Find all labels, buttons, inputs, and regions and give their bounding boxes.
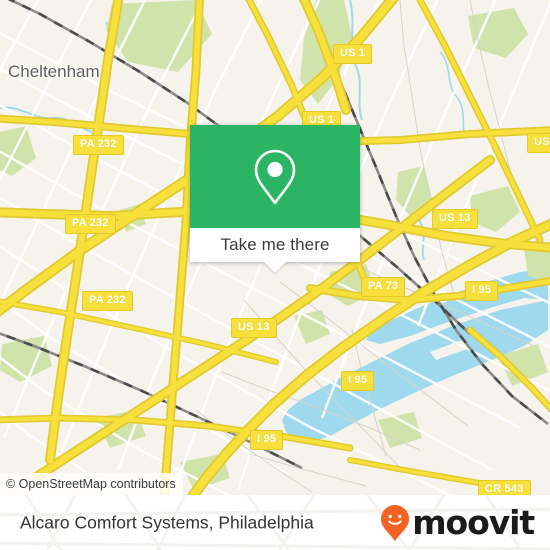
popup-cta-bar[interactable]: Take me there [190,228,360,262]
map-pin-icon [254,149,296,204]
moovit-place-map-screenshot: Cheltenham US 1 US 1 US PA 232 PA 232 US… [0,0,550,550]
road-shield[interactable]: I 95 [465,281,499,301]
popup-tail-pointer [264,262,286,273]
map-viewport[interactable]: Cheltenham US 1 US 1 US PA 232 PA 232 US… [0,0,550,495]
road-shield[interactable]: CR 543 [478,480,531,495]
place-label-cheltenham: Cheltenham [8,62,100,81]
moovit-wordmark: moovit [412,503,535,542]
road-shield[interactable]: PA 232 [73,135,124,155]
road-shield[interactable]: I 95 [341,371,375,391]
road-shield[interactable]: US 13 [231,318,277,338]
road-shield[interactable]: I 95 [250,430,284,450]
moovit-smiley-pin-icon [381,504,410,541]
road-shield[interactable]: US [527,133,550,153]
footer-bar: Alcaro Comfort Systems, Philadelphia moo… [0,495,550,550]
map-attribution[interactable]: © OpenStreetMap contributors [0,473,183,495]
popup-cta-label: Take me there [220,235,330,254]
road-shield[interactable]: PA 232 [65,214,116,234]
moovit-logo[interactable]: moovit [380,503,535,542]
road-shield[interactable]: PA 232 [82,291,133,311]
road-shield[interactable]: US 13 [432,209,478,229]
road-shield[interactable]: US 1 [333,44,373,64]
place-title: Alcaro Comfort Systems, Philadelphia [20,512,314,532]
place-popup-card[interactable]: Take me there [190,125,360,273]
road-shield[interactable]: PA 73 [361,277,406,297]
popup-image-placeholder [190,125,360,228]
